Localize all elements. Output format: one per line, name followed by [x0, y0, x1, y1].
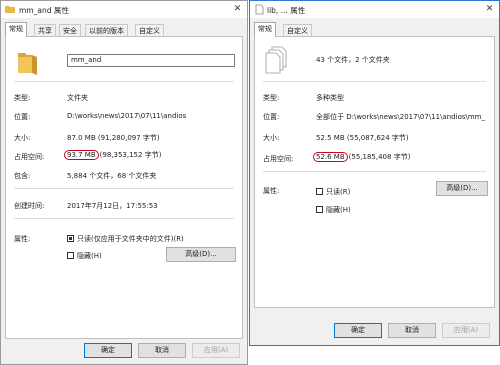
disk-size-label: 占用空间: [14, 153, 45, 161]
tab-general[interactable]: 常规 [5, 22, 27, 37]
size-value: 52.5 MB (55,087,624 字节) [316, 134, 409, 142]
general-panel: mm_and 类型: 文件夹 位置: D:\works\news\2017\07… [5, 36, 243, 339]
readonly-checkbox[interactable] [316, 188, 323, 195]
type-label: 类型: [263, 94, 280, 102]
tab-sharing[interactable]: 共享 [34, 24, 56, 36]
advanced-button[interactable]: 高级(D)... [436, 181, 488, 196]
tab-previous-versions[interactable]: 以前的版本 [85, 24, 128, 36]
multi-file-properties-dialog: lib, ... 属性 ✕ 常规 自定义 43 个文件，2 个文件夹 类型: 多… [249, 0, 500, 346]
created-value: 2017年7月12日，17:55:53 [67, 202, 158, 210]
disk-size-bytes: (98,353,152 字节) [99, 151, 162, 159]
divider [14, 218, 234, 219]
ok-button[interactable]: 确定 [84, 343, 132, 358]
selection-summary: 43 个文件，2 个文件夹 [316, 56, 390, 64]
readonly-checkbox[interactable] [67, 235, 74, 242]
hidden-checkbox[interactable] [67, 252, 74, 259]
tab-general[interactable]: 常规 [254, 22, 276, 37]
size-value: 87.0 MB (91,280,097 字节) [67, 134, 160, 142]
tab-strip: 常规 共享 安全 以前的版本 自定义 [5, 22, 243, 37]
ok-button[interactable]: 确定 [334, 323, 382, 338]
apply-button[interactable]: 应用(A) [442, 323, 490, 338]
hidden-checkbox[interactable] [316, 206, 323, 213]
created-label: 创建时间: [14, 202, 45, 210]
tab-security[interactable]: 安全 [59, 24, 81, 36]
disk-size-value: 93.7 MB (98,353,152 字节) [64, 150, 162, 160]
folder-name-input[interactable]: mm_and [67, 54, 235, 67]
divider [263, 171, 486, 172]
disk-size-value: 52.6 MB (55,185,408 字节) [313, 152, 411, 162]
cancel-button[interactable]: 取消 [138, 343, 186, 358]
size-label: 大小: [14, 134, 31, 142]
tab-customize[interactable]: 自定义 [283, 24, 312, 36]
location-label: 位置: [14, 113, 31, 121]
disk-size-bytes: (55,185,408 字节) [348, 153, 411, 161]
location-value: D:\works\news\2017\07\11\andios [67, 112, 187, 120]
contains-label: 包含: [14, 172, 31, 180]
apply-button[interactable]: 应用(A) [192, 343, 240, 358]
attributes-label: 属性: [263, 187, 280, 195]
multiple-files-icon [265, 46, 287, 74]
tab-customize[interactable]: 自定义 [135, 24, 164, 36]
disk-size-label: 占用空间: [263, 155, 294, 163]
size-label: 大小: [263, 134, 280, 142]
close-icon[interactable]: ✕ [231, 3, 244, 15]
folder-icon [18, 53, 37, 75]
tab-strip: 常规 自定义 [254, 22, 495, 37]
divider [14, 81, 234, 82]
hidden-label: 隐藏(H) [77, 252, 102, 260]
title-file-icon [255, 4, 264, 15]
general-panel: 43 个文件，2 个文件夹 类型: 多种类型 位置: 全部位于 D:\works… [254, 36, 495, 308]
divider [263, 81, 486, 82]
window-title: mm_and 属性 [19, 6, 69, 15]
readonly-label: 只读(仅应用于文件夹中的文件)(R) [77, 235, 184, 243]
window-title: lib, ... 属性 [267, 6, 306, 15]
disk-size-highlight: 93.7 MB [64, 150, 99, 160]
title-folder-icon [5, 6, 15, 13]
cancel-button[interactable]: 取消 [388, 323, 436, 338]
type-value: 文件夹 [67, 94, 88, 102]
location-label: 位置: [263, 113, 280, 121]
advanced-button[interactable]: 高级(D)... [166, 247, 236, 262]
readonly-label: 只读(R) [326, 188, 351, 196]
title-bar: lib, ... 属性 ✕ [250, 1, 499, 18]
attributes-label: 属性: [14, 235, 31, 243]
type-value: 多种类型 [316, 94, 344, 102]
contains-value: 5,884 个文件，68 个文件夹 [67, 172, 157, 180]
location-value: 全部位于 D:\works\news\2017\07\11\andios\mm_ [316, 113, 485, 121]
hidden-label: 隐藏(H) [326, 206, 351, 214]
close-icon[interactable]: ✕ [483, 3, 496, 15]
type-label: 类型: [14, 94, 31, 102]
folder-properties-dialog: mm_and 属性 ✕ 常规 共享 安全 以前的版本 自定义 mm_and 类型… [0, 0, 248, 365]
title-bar: mm_and 属性 ✕ [1, 1, 247, 18]
divider [14, 188, 234, 189]
disk-size-highlight: 52.6 MB [313, 152, 348, 162]
